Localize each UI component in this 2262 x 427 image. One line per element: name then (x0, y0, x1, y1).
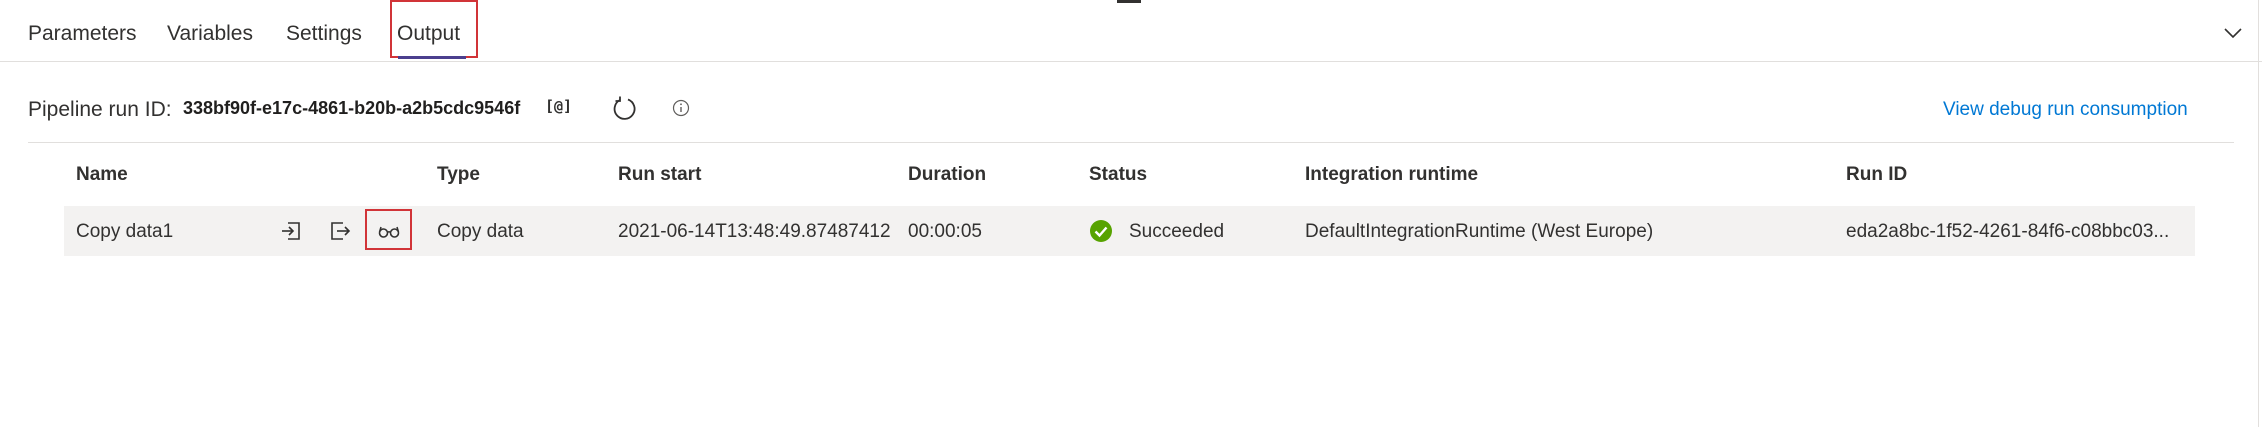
column-header-name[interactable]: Name (76, 164, 128, 186)
column-header-run-start[interactable]: Run start (618, 164, 701, 186)
column-header-integration-runtime[interactable]: Integration runtime (1305, 164, 1478, 186)
tab-output[interactable]: Output (397, 22, 460, 46)
panel-border (2258, 0, 2259, 427)
column-header-status[interactable]: Status (1089, 164, 1147, 186)
activity-type: Copy data (437, 221, 524, 242)
pipeline-output-panel: Parameters Variables Settings Output Pip… (0, 0, 2262, 427)
view-debug-run-consumption-link[interactable]: View debug run consumption (1943, 99, 2188, 121)
tab-parameters[interactable]: Parameters (28, 22, 137, 46)
output-icon[interactable] (328, 219, 352, 243)
integration-runtime-value: DefaultIntegrationRuntime (West Europe) (1305, 221, 1654, 242)
duration-value: 00:00:05 (908, 221, 982, 242)
column-header-duration[interactable]: Duration (908, 164, 986, 186)
glasses-icon[interactable] (377, 219, 401, 243)
tab-bar: Parameters Variables Settings Output (0, 0, 2262, 62)
tab-variables[interactable]: Variables (167, 22, 253, 46)
activity-name: Copy data1 (76, 221, 174, 242)
tab-settings[interactable]: Settings (286, 22, 362, 46)
copy-icon[interactable]: [@] (545, 97, 572, 115)
success-check-icon (1090, 220, 1112, 242)
input-icon[interactable] (280, 219, 304, 243)
pipeline-run-id-value: 338bf90f-e17c-4861-b20b-a2b5cdc9546f (183, 98, 521, 118)
active-tab-indicator (398, 56, 466, 59)
chevron-down-icon[interactable] (2222, 22, 2244, 44)
pipeline-run-id-label: Pipeline run ID: (28, 98, 172, 121)
column-header-run-id[interactable]: Run ID (1846, 164, 1907, 186)
refresh-icon[interactable] (611, 95, 639, 123)
divider (28, 142, 2234, 143)
info-icon[interactable] (671, 98, 691, 118)
status-value: Succeeded (1129, 221, 1225, 242)
column-header-type[interactable]: Type (437, 164, 480, 186)
run-start-value: 2021-06-14T13:48:49.87487412 (618, 221, 890, 242)
table-row[interactable]: Copy data1 Copy data 2021-06-14T13:48:49… (64, 206, 2195, 256)
run-id-value: eda2a8bc-1f52-4261-84f6-c08bbc03... (1846, 221, 2170, 242)
